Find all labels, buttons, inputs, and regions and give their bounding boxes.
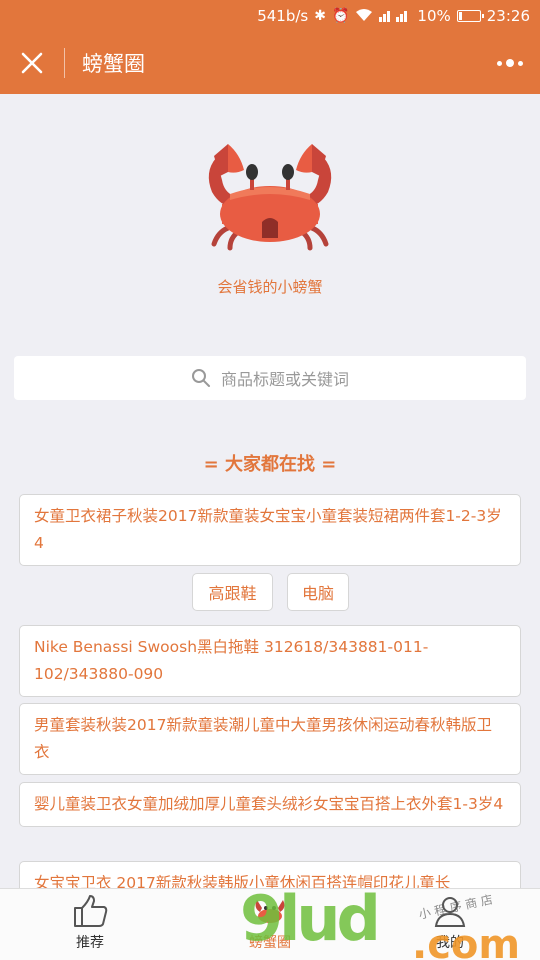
battery-icon [456, 10, 484, 22]
tag-label: 电脑 [301, 584, 334, 603]
search-suggestion-item[interactable]: Nike Benassi Swoosh黑白拖鞋 312618/343881-01… [19, 625, 521, 697]
search-suggestion-item[interactable]: 女童卫衣裙子秋装2017新款童装女宝宝小童套装短裙两件套1-2-3岁4 [19, 494, 521, 566]
tab-recommend[interactable]: 推荐 [0, 889, 180, 960]
wifi-icon [355, 8, 373, 25]
item-text: Nike Benassi Swoosh黑白拖鞋 312618/343881-01… [34, 638, 429, 683]
section-title: = 大家都在找 = [203, 454, 337, 475]
search-icon [191, 369, 210, 387]
tab-label: 推荐 [76, 935, 104, 951]
status-bar: 541b/s ✱ ⏰ 10% 23:26 [0, 0, 540, 32]
close-button[interactable] [0, 32, 64, 94]
tag-label: 高跟鞋 [208, 584, 257, 603]
search-placeholder: 商品标题或关键词 [220, 370, 349, 389]
tab-label: 螃蟹圈 [249, 935, 291, 951]
crab-icon [250, 892, 290, 930]
tag-button[interactable]: 电脑 [287, 573, 349, 611]
close-icon [21, 52, 43, 74]
item-text: 女童卫衣裙子秋装2017新款童装女宝宝小童套装短裙两件套1-2-3岁4 [34, 507, 502, 552]
item-text: 男童套装秋装2017新款童装潮儿童中大童男孩休闲运动春秋韩版卫衣 [34, 716, 492, 761]
signal-icon [379, 8, 411, 25]
battery-percent: 10% [417, 7, 451, 25]
page-title: 螃蟹圈 [82, 52, 145, 76]
tab-bar: 推荐 螃蟹圈 我的 [0, 888, 540, 960]
bluetooth-icon: ✱ [314, 8, 326, 24]
alarm-icon: ⏰ [331, 8, 350, 24]
more-dot [518, 60, 523, 66]
clock: 23:26 [486, 7, 530, 25]
user-icon [430, 892, 470, 930]
more-dot [497, 60, 502, 66]
item-text: 婴儿童装卫衣女童加绒加厚儿童套头绒衫女宝宝百搭上衣外套1-3岁4 [34, 795, 504, 813]
nav-bar: 螃蟹圈 [0, 32, 540, 94]
tab-mine[interactable]: 我的 [360, 889, 540, 960]
tab-crab-circle[interactable]: 螃蟹圈 [180, 889, 360, 960]
search-input[interactable]: 商品标题或关键词 [14, 356, 526, 400]
tag-button[interactable]: 高跟鞋 [192, 573, 273, 611]
more-dot [506, 59, 514, 67]
search-suggestion-item[interactable]: 婴儿童装卫衣女童加绒加厚儿童套头绒衫女宝宝百搭上衣外套1-3岁4 [19, 782, 521, 827]
tab-label: 我的 [436, 935, 464, 951]
search-suggestion-item[interactable]: 男童套装秋装2017新款童装潮儿童中大童男孩休闲运动春秋韩版卫衣 [19, 703, 521, 775]
crab-logo-icon [208, 144, 332, 251]
network-speed: 541b/s [257, 7, 309, 25]
brand-slogan: 会省钱的小螃蟹 [217, 278, 323, 296]
thumbs-up-icon [70, 892, 110, 930]
more-button[interactable] [480, 32, 540, 94]
